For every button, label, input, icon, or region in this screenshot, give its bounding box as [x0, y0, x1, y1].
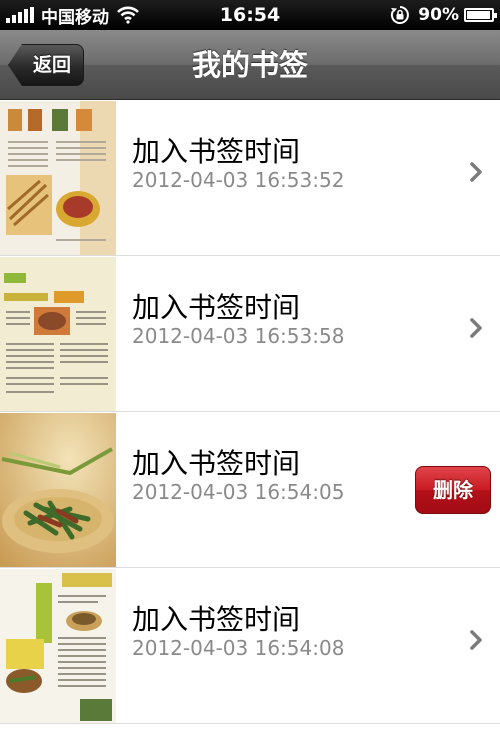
bookmark-title: 加入书签时间 [132, 135, 301, 168]
bookmark-row[interactable]: 加入书签时间 2012-04-03 16:54:08 [0, 568, 500, 724]
battery-percent: 90% [418, 5, 459, 25]
chevron-right-icon[interactable] [468, 316, 484, 340]
battery-icon [464, 8, 497, 22]
bookmark-time: 2012-04-03 16:54:05 [132, 480, 345, 504]
bookmark-title: 加入书签时间 [132, 447, 301, 480]
battery-nub [494, 13, 497, 18]
battery-fill [467, 11, 491, 19]
chevron-right-icon[interactable] [468, 160, 484, 184]
page-thumbnail [0, 413, 116, 567]
page-thumbnail [0, 569, 116, 723]
page-thumbnail [0, 257, 116, 411]
bookmark-row[interactable]: 加入书签时间 2012-04-03 16:53:52 [0, 100, 500, 256]
status-bar: 中国移动 16:54 90% [0, 0, 500, 30]
chevron-right-icon[interactable] [468, 628, 484, 652]
navigation-bar: 我的书签 返回 [0, 30, 500, 100]
status-right: 90% [390, 4, 497, 26]
bookmark-list: 加入书签时间 2012-04-03 16:53:52 加入书签时间 2012-0… [0, 100, 500, 724]
back-button[interactable]: 返回 [8, 44, 84, 86]
page-thumbnail [0, 101, 116, 255]
bookmark-row[interactable]: 加入书签时间 2012-04-03 16:54:05 删除 [0, 412, 500, 568]
rotation-lock-icon [390, 5, 410, 25]
bookmark-time: 2012-04-03 16:53:58 [132, 324, 345, 348]
bookmark-row[interactable]: 加入书签时间 2012-04-03 16:53:58 [0, 256, 500, 412]
bookmark-title: 加入书签时间 [132, 291, 301, 324]
delete-button[interactable]: 删除 [415, 466, 491, 514]
bookmark-time: 2012-04-03 16:54:08 [132, 636, 345, 660]
bookmark-time: 2012-04-03 16:53:52 [132, 168, 345, 192]
bookmark-title: 加入书签时间 [132, 603, 301, 636]
